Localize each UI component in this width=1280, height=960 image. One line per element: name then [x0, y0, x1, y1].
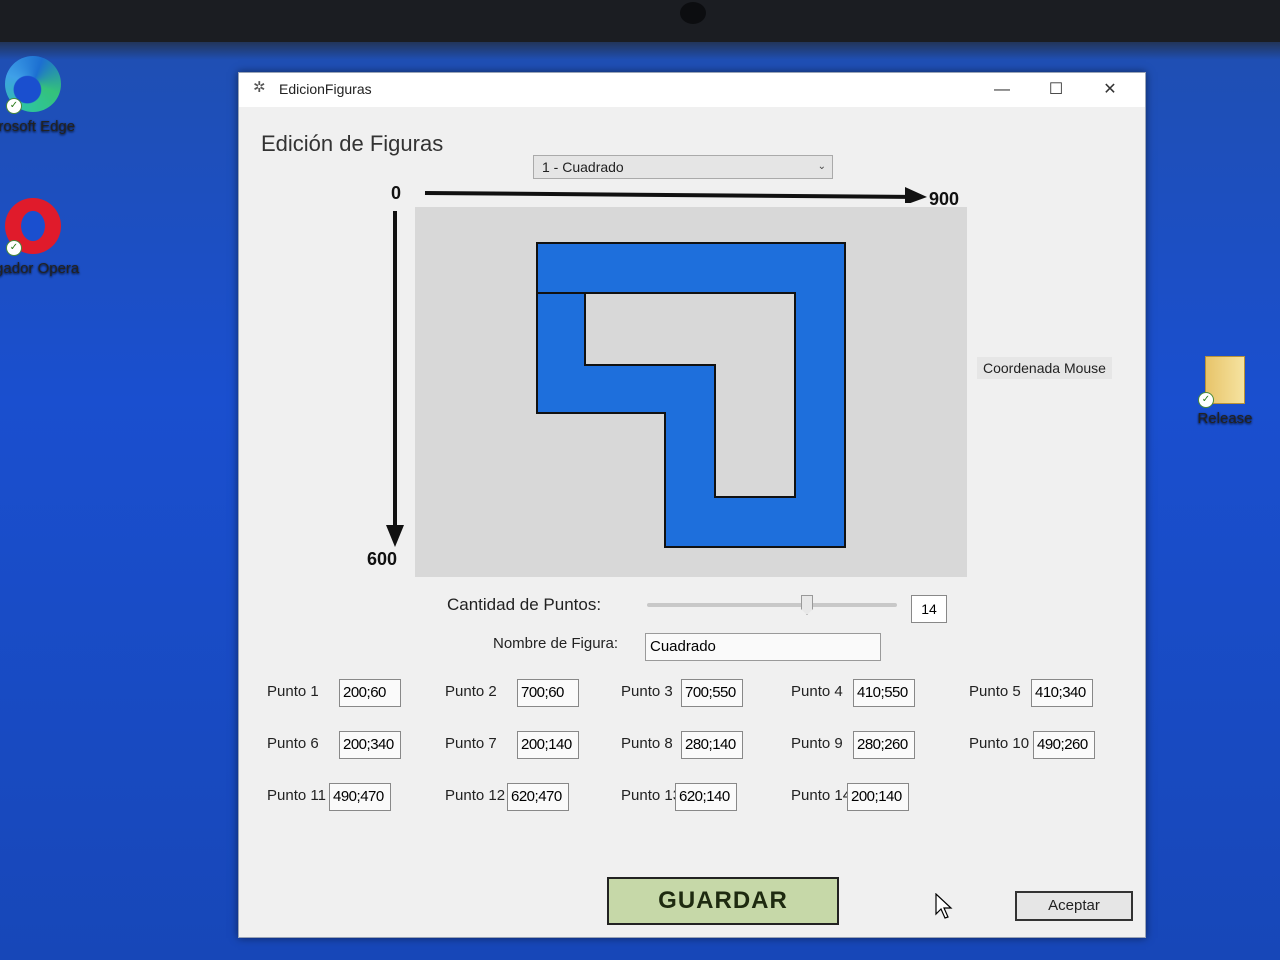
- point-label: Punto 1: [267, 683, 319, 700]
- point-input[interactable]: 410;550: [853, 679, 915, 707]
- point-input[interactable]: 200;340: [339, 731, 401, 759]
- point-input[interactable]: 620;470: [507, 783, 569, 811]
- point-input[interactable]: 490;260: [1033, 731, 1095, 759]
- chevron-down-icon: ⌄: [817, 161, 826, 172]
- point-label: Punto 9: [791, 735, 843, 752]
- desktop-icon-label: egador Opera: [0, 260, 80, 277]
- point-input[interactable]: 280;260: [853, 731, 915, 759]
- point-label: Punto 14: [791, 787, 852, 804]
- desktop-icon-edge[interactable]: ✓ crosoft Edge: [0, 56, 88, 135]
- sync-check-icon: ✓: [6, 98, 22, 114]
- axis-origin-label: 0: [391, 183, 402, 203]
- point-label: Punto 12: [445, 787, 506, 804]
- point-label: Punto 8: [621, 735, 673, 752]
- title-bar[interactable]: ✲ EdicionFiguras — ☐ ✕: [239, 73, 1145, 107]
- page-title: Edición de Figuras: [261, 131, 444, 156]
- sync-check-icon: ✓: [1198, 392, 1214, 408]
- point-input[interactable]: 410;340: [1031, 679, 1093, 707]
- window-title: EdicionFiguras: [279, 81, 372, 97]
- point-label: Punto 3: [621, 683, 673, 700]
- figure-select[interactable]: 1 - Cuadrado ⌄: [533, 155, 833, 179]
- figure-drawing: [536, 242, 846, 548]
- point-input[interactable]: 280;140: [681, 731, 743, 759]
- y-axis-max-label: 600: [367, 549, 398, 569]
- minimize-button[interactable]: —: [979, 77, 1025, 103]
- webcam: [680, 2, 706, 24]
- edicion-figuras-window: ✲ EdicionFiguras — ☐ ✕ Edición de Figura…: [238, 72, 1146, 938]
- app-icon: ✲: [253, 79, 266, 96]
- x-axis-arrow: [424, 187, 927, 203]
- points-count-field[interactable]: 14: [911, 595, 947, 623]
- points-slider[interactable]: [647, 603, 897, 607]
- mouse-cursor-icon: [935, 893, 953, 919]
- points-slider-thumb[interactable]: [801, 595, 813, 615]
- point-input[interactable]: 490;470: [329, 783, 391, 811]
- sync-check-icon: ✓: [6, 240, 22, 256]
- figure-shape: [536, 242, 846, 548]
- point-label: Punto 4: [791, 683, 843, 700]
- point-label: Punto 5: [969, 683, 1021, 700]
- desktop-icon-label: crosoft Edge: [0, 118, 76, 135]
- close-button[interactable]: ✕: [1087, 77, 1133, 103]
- point-input[interactable]: 700;60: [517, 679, 579, 707]
- save-button[interactable]: GUARDAR: [607, 877, 839, 925]
- y-axis-arrow: [386, 211, 404, 547]
- point-label: Punto 7: [445, 735, 497, 752]
- point-input[interactable]: 620;140: [675, 783, 737, 811]
- point-label: Punto 10: [969, 735, 1030, 752]
- point-label: Punto 6: [267, 735, 319, 752]
- maximize-button[interactable]: ☐: [1033, 77, 1079, 103]
- points-count-label: Cantidad de Puntos:: [447, 595, 602, 614]
- desktop-icon-opera[interactable]: ✓ egador Opera: [0, 198, 88, 277]
- mouse-coordinate-label: Coordenada Mouse: [977, 357, 1112, 379]
- desktop-icon-release[interactable]: ✓ Release: [1170, 356, 1280, 427]
- point-label: Punto 13: [621, 787, 682, 804]
- point-input[interactable]: 200;60: [339, 679, 401, 707]
- point-label: Punto 11: [267, 787, 326, 804]
- point-input[interactable]: 200;140: [517, 731, 579, 759]
- monitor-bezel: [0, 0, 1280, 42]
- accept-button[interactable]: Aceptar: [1015, 891, 1133, 921]
- figure-select-value: 1 - Cuadrado: [542, 159, 624, 175]
- desktop-icon-label: Release: [1197, 410, 1253, 427]
- figure-name-label: Nombre de Figura:: [493, 635, 619, 652]
- drawing-canvas[interactable]: [415, 207, 967, 577]
- point-input[interactable]: 200;140: [847, 783, 909, 811]
- point-label: Punto 2: [445, 683, 497, 700]
- point-input[interactable]: 700;550: [681, 679, 743, 707]
- figure-name-input[interactable]: Cuadrado: [645, 633, 881, 661]
